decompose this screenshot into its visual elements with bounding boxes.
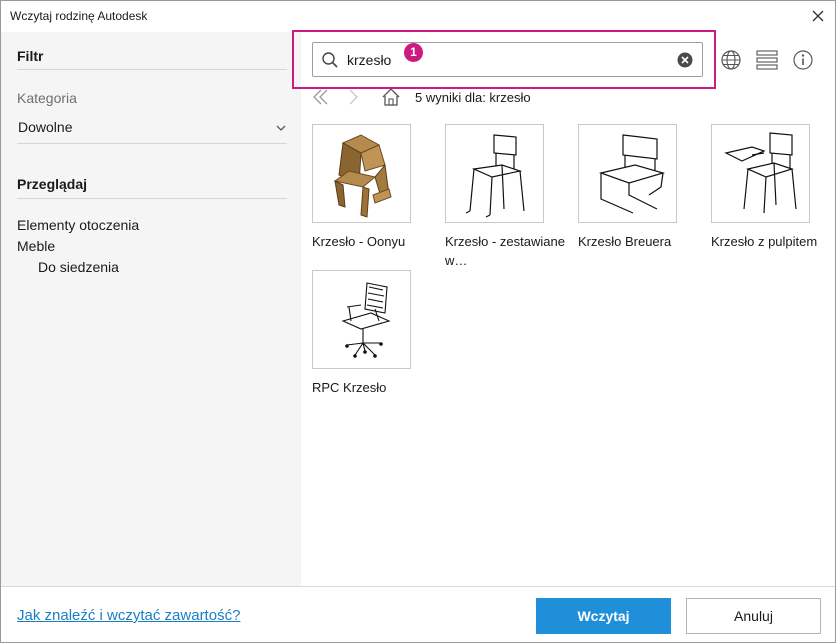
divider <box>17 143 287 144</box>
chevron-down-icon[interactable] <box>275 122 287 134</box>
info-icon[interactable] <box>792 49 814 71</box>
forward-icon[interactable] <box>345 87 365 107</box>
tile-label: Krzesło - Oonyu <box>312 234 406 249</box>
search-field[interactable] <box>312 42 703 77</box>
thumbnail[interactable] <box>445 124 544 223</box>
divider <box>17 69 287 70</box>
chair-office-icon <box>341 282 391 358</box>
back-icon[interactable] <box>311 87 331 107</box>
category-label: Kategoria <box>17 90 77 106</box>
browse-item-seating[interactable]: Do siedzenia <box>38 259 119 275</box>
search-input[interactable] <box>347 49 667 71</box>
browse-item-furniture[interactable]: Meble <box>17 238 55 254</box>
callout-badge: 1 <box>404 43 423 62</box>
tile-label: Krzesło - zestawiane w… <box>445 234 565 268</box>
browse-heading: Przeglądaj <box>17 176 88 192</box>
close-icon[interactable] <box>807 5 829 27</box>
thumbnail[interactable] <box>312 270 411 369</box>
chair-desk-icon <box>724 132 797 214</box>
chair-stacking-icon <box>465 134 525 218</box>
load-button[interactable]: Wczytaj <box>536 598 671 634</box>
thumbnail[interactable] <box>578 124 677 223</box>
load-family-dialog: Wczytaj rodzinę Autodesk Filtr Kategoria… <box>0 0 836 643</box>
browse-item-environment[interactable]: Elementy otoczenia <box>17 217 139 233</box>
tile-label: Krzesło Breuera <box>578 234 672 249</box>
globe-icon[interactable] <box>720 49 742 71</box>
filter-sidebar: Filtr Kategoria Dowolne Przeglądaj Eleme… <box>1 32 301 586</box>
thumbnail[interactable] <box>711 124 810 223</box>
list-view-icon[interactable] <box>756 49 778 71</box>
window-title: Wczytaj rodzinę Autodesk <box>10 9 148 23</box>
thumbnail[interactable] <box>312 124 411 223</box>
chair-oonyu-icon <box>333 134 392 218</box>
clear-icon[interactable] <box>677 52 693 68</box>
tile-label: RPC Krzesło <box>312 380 387 395</box>
title-bar: Wczytaj rodzinę Autodesk <box>1 1 835 32</box>
cancel-button[interactable]: Anuluj <box>686 598 821 634</box>
results-count: 5 wyniki dla: krzesło <box>415 90 531 105</box>
search-icon <box>322 52 338 68</box>
help-link[interactable]: Jak znaleźć i wczytać zawartość? <box>17 607 240 624</box>
category-dropdown[interactable]: Dowolne <box>18 119 72 135</box>
divider <box>17 198 287 199</box>
filter-heading: Filtr <box>17 48 44 64</box>
home-icon[interactable] <box>381 87 401 107</box>
chair-breuer-icon <box>598 134 666 214</box>
tile-label: Krzesło z pulpitem <box>711 234 818 249</box>
dialog-footer: Jak znaleźć i wczytać zawartość? Wczytaj… <box>1 586 835 642</box>
